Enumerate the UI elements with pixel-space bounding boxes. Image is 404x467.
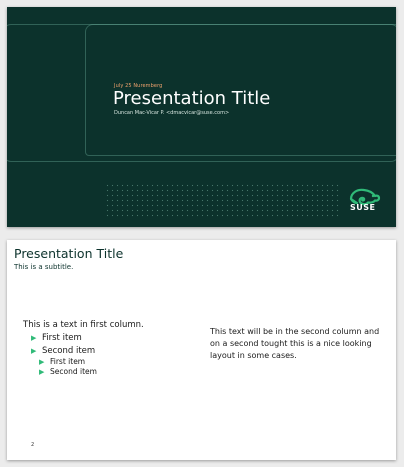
bullet-arrow-icon: ▶: [31, 334, 37, 342]
slide-title: Presentation Title: [14, 246, 124, 261]
column-intro-text: This is a text in first column.: [23, 320, 144, 330]
list-item: ▶ Second item: [31, 345, 144, 358]
list-item-label: First item: [42, 333, 82, 343]
author-line: Duncan Mac-Vicar P. <dmacvicar@suse.com>: [114, 110, 230, 116]
first-column: This is a text in first column. ▶ First …: [23, 320, 144, 377]
page-number: 2: [31, 442, 35, 448]
list-item: ▶ First item: [39, 357, 144, 367]
suse-logo-text: SUSE: [350, 203, 376, 212]
list-item-label: Second item: [42, 345, 96, 356]
list-item-label: Second item: [50, 367, 97, 376]
title-slide[interactable]: July 25 Nuremberg Presentation Title Dun…: [7, 7, 396, 227]
chameleon-icon: [349, 188, 381, 206]
content-slide[interactable]: Presentation Title This is a subtitle. T…: [7, 240, 396, 460]
bullet-arrow-icon: ▶: [31, 346, 37, 355]
dot-pattern: [105, 183, 341, 219]
sub-bullet-list: ▶ First item ▶ Second item: [39, 357, 144, 377]
second-column-text: This text will be in the second column a…: [210, 327, 380, 360]
bullet-arrow-icon: ▶: [39, 358, 45, 366]
bullet-list: ▶ First item ▶ Second item: [31, 332, 144, 357]
slide-subtitle: This is a subtitle.: [14, 263, 74, 271]
list-item-label: First item: [50, 357, 86, 366]
list-item: ▶ First item: [31, 332, 144, 345]
slide-title: Presentation Title: [113, 88, 271, 109]
list-item: ▶ Second item: [39, 367, 144, 377]
bullet-arrow-icon: ▶: [39, 368, 45, 376]
